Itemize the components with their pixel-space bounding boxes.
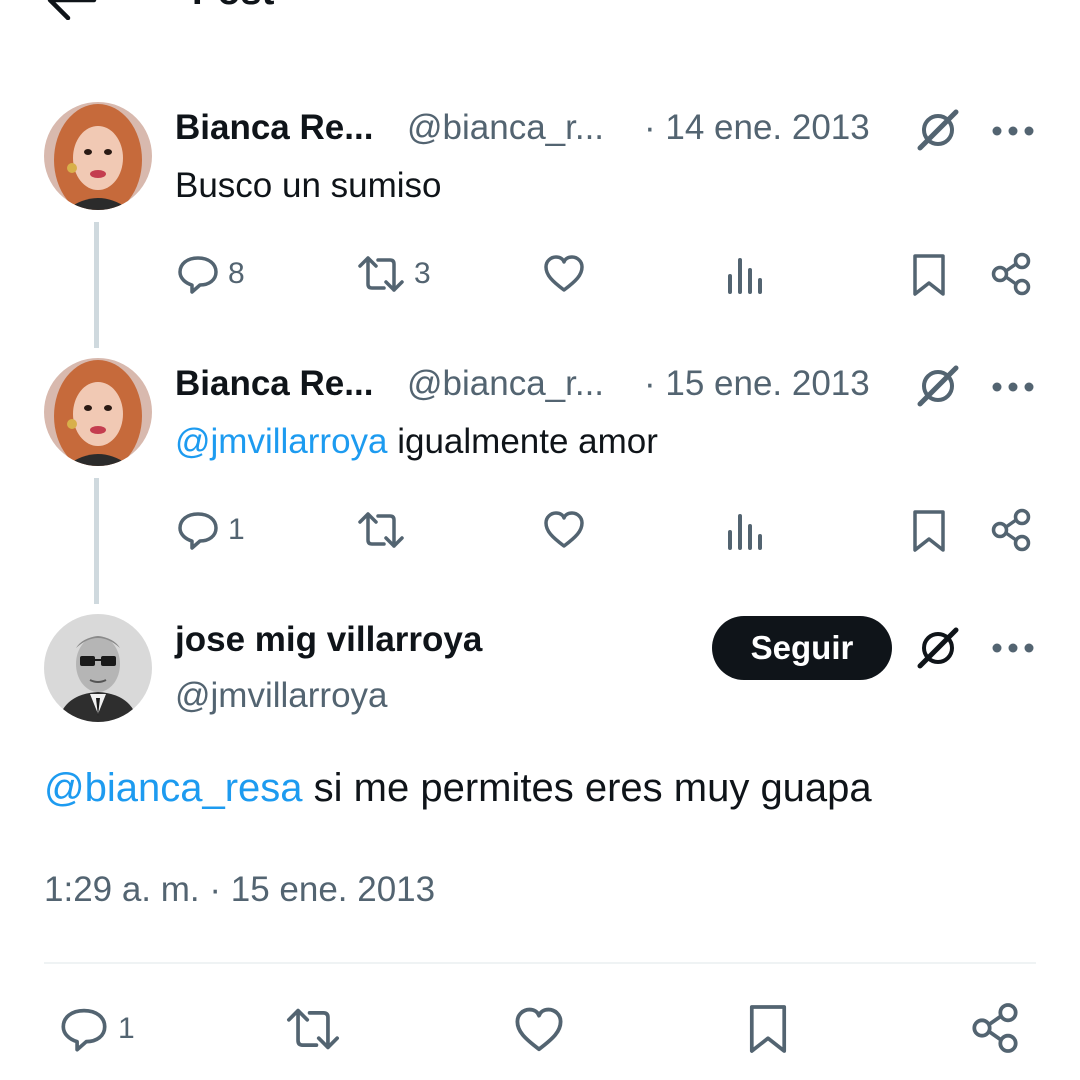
bookmark-button[interactable] — [910, 508, 948, 554]
more-icon[interactable] — [991, 121, 1035, 141]
reply-icon — [178, 512, 218, 550]
retweet-icon — [287, 1008, 339, 1050]
follow-button[interactable]: Seguir — [712, 616, 892, 680]
reply-button[interactable]: 8 — [176, 254, 245, 294]
share-icon — [972, 1003, 1018, 1053]
back-button[interactable] — [44, 0, 100, 21]
views-icon — [728, 514, 762, 550]
author-name[interactable]: Bianca Re... — [175, 364, 373, 404]
grok-icon[interactable] — [914, 624, 962, 672]
bookmark-button[interactable] — [910, 252, 948, 298]
avatar[interactable] — [44, 614, 152, 722]
like-icon — [544, 511, 584, 548]
reply-count: 1 — [118, 1012, 135, 1045]
retweet-button[interactable] — [284, 1006, 342, 1052]
more-icon[interactable] — [991, 638, 1035, 658]
reply-button[interactable]: 1 — [58, 1006, 135, 1052]
retweet-button[interactable]: 3 — [356, 254, 431, 294]
thread-connector — [94, 478, 99, 604]
author-name[interactable]: Bianca Re... — [175, 108, 373, 148]
reply-icon — [61, 1008, 107, 1052]
bookmark-button[interactable] — [746, 1002, 790, 1056]
grok-icon[interactable] — [914, 106, 962, 154]
thread-connector — [94, 222, 99, 348]
author-handle[interactable]: @bianca_r... — [407, 364, 604, 404]
share-icon — [991, 252, 1031, 296]
like-icon — [544, 255, 584, 292]
share-button[interactable] — [970, 1002, 1020, 1054]
retweet-icon — [358, 256, 404, 292]
mention-link[interactable]: @bianca_resa — [44, 766, 303, 810]
bookmark-icon — [913, 254, 945, 296]
author-handle[interactable]: @bianca_r... — [407, 108, 604, 148]
reply-count: 8 — [228, 257, 245, 290]
tweet-text: @bianca_resa si me permites eres muy gua… — [44, 766, 872, 811]
avatar[interactable] — [44, 358, 152, 466]
like-button[interactable] — [512, 1006, 566, 1054]
share-icon — [991, 508, 1031, 552]
bookmark-icon — [749, 1005, 787, 1053]
tweet-date[interactable]: · 15 ene. 2013 — [644, 364, 870, 404]
author-name[interactable]: jose mig villarroya — [175, 620, 482, 660]
tweet-body: igualmente amor — [387, 422, 658, 461]
avatar[interactable] — [44, 102, 152, 210]
views-button[interactable] — [726, 512, 766, 550]
tweet-date[interactable]: · 14 ene. 2013 — [644, 108, 870, 148]
tweet-text: @jmvillarroya igualmente amor — [175, 422, 658, 462]
share-button[interactable] — [990, 508, 1032, 552]
top-bar: Post — [0, 0, 1080, 30]
views-icon — [728, 258, 762, 294]
tweet-text: Busco un sumiso — [175, 166, 442, 205]
tweet-timestamp[interactable]: 1:29 a. m. · 15 ene. 2013 — [44, 870, 435, 910]
arrow-left-icon — [47, 0, 97, 21]
page-title: Post — [192, 0, 274, 14]
mention-link[interactable]: @jmvillarroya — [175, 422, 388, 461]
retweet-icon — [358, 512, 404, 548]
views-button[interactable] — [726, 256, 766, 294]
reply-count: 1 — [228, 513, 245, 546]
like-button[interactable] — [542, 510, 586, 550]
tweet-body: si me permites eres muy guapa — [302, 766, 872, 810]
like-button[interactable] — [542, 254, 586, 294]
more-icon[interactable] — [991, 377, 1035, 397]
divider — [44, 962, 1036, 964]
like-icon — [515, 1007, 563, 1052]
reply-button[interactable]: 1 — [176, 510, 245, 550]
reply-icon — [178, 256, 218, 294]
retweet-count: 3 — [414, 257, 431, 290]
author-handle[interactable]: @jmvillarroya — [175, 676, 388, 716]
bookmark-icon — [913, 510, 945, 552]
share-button[interactable] — [990, 252, 1032, 296]
retweet-button[interactable] — [356, 510, 406, 550]
grok-icon[interactable] — [914, 362, 962, 410]
